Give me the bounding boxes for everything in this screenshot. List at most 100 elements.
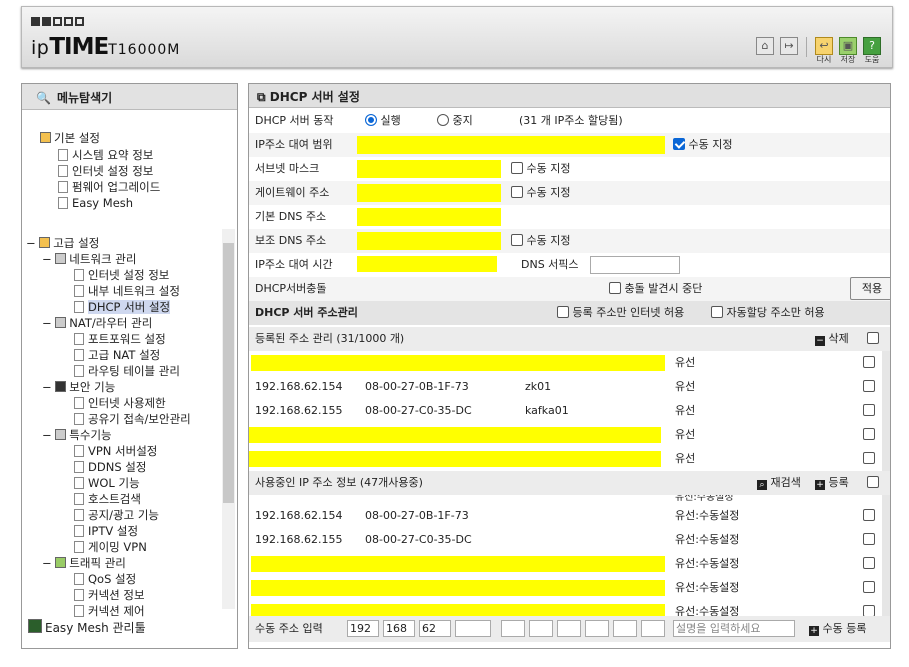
mac-4[interactable] [585,620,609,637]
use-checkbox[interactable] [863,552,875,576]
tree-sp-vpn[interactable]: VPN 서버설정 [74,443,157,459]
reg-checkbox[interactable] [863,375,875,399]
stop-radio[interactable]: 중지 [437,109,473,133]
dhcp-panel: ⧉ DHCP 서버 설정 DHCP 서버 동작 실행 중지 (31 개 IP주소… [248,83,891,649]
tree-sp-wol[interactable]: WOL 기능 [74,475,140,491]
tree-net-lan[interactable]: 내부 네트워크 설정 [74,283,180,299]
dns-suffix-input[interactable] [590,256,680,274]
reg-checkbox[interactable] [863,399,875,423]
menu-explorer: 🔍 메뉴탐색기 기본 설정 시스템 요약 정보 인터넷 설정 정보 펌웨어 업그레… [21,83,238,649]
inuse-scrollbar[interactable] [882,495,890,616]
run-radio[interactable]: 실행 [365,109,401,133]
subnet-manual[interactable]: 수동 지정 [511,157,570,181]
description-input[interactable]: 설명을 입력하세요 [673,620,795,637]
tree-basic[interactable]: 기본 설정 [40,130,100,146]
reg-type: 유선 [675,452,696,465]
gateway-input[interactable] [357,184,501,202]
reg-checkbox[interactable] [863,447,875,471]
tree-easymesh[interactable]: Easy Mesh [58,195,133,211]
tree-nat-portfwd[interactable]: 포트포워드 설정 [74,331,166,347]
auto-only-checkbox[interactable]: 자동할당 주소만 허용 [711,301,825,325]
registered-row: 192.168.62.154 08-00-27-0B-1F-73 zk01 유선 [249,375,890,399]
use-checkbox[interactable] [863,576,875,600]
gateway-manual[interactable]: 수동 지정 [511,181,570,205]
delete-button[interactable]: − 삭제 [815,327,849,351]
tree-net-dhcp[interactable]: DHCP 서버 설정 [74,299,171,315]
dns2-input[interactable] [357,232,501,250]
tree-net-internet[interactable]: 인터넷 설정 정보 [74,267,169,283]
sidebar-scrollbar[interactable] [222,229,235,609]
tree-system-summary[interactable]: 시스템 요약 정보 [58,147,153,163]
apply-button[interactable]: 적용 [850,277,890,300]
tree-nat-routing[interactable]: 라우팅 테이블 관리 [74,363,180,379]
easymesh-tool-link[interactable]: Easy Mesh 관리툴 [28,619,146,636]
tree-network[interactable]: − 네트워크 관리 [42,251,136,267]
tree-sec-access[interactable]: 공유기 접속/보안관리 [74,411,191,427]
register-button[interactable]: + 등록 [815,471,849,495]
tree-firmware[interactable]: 펌웨어 업그레이드 [58,179,160,195]
tree-sp-gaming[interactable]: 게이밍 VPN [74,539,147,555]
use-checkbox[interactable] [863,504,875,528]
ip-range-input[interactable] [357,136,665,154]
home-icon[interactable]: ⌂ [755,37,775,55]
tree-sp-host[interactable]: 호스트검색 [74,491,141,507]
reg-checkbox[interactable] [863,351,875,375]
mac-1[interactable] [501,620,525,637]
select-all-inuse[interactable] [867,471,879,495]
tree-sp-iptv[interactable]: IPTV 설정 [74,523,138,539]
inuse-row: 유선:수동설정 [249,552,890,576]
mac-6[interactable] [641,620,665,637]
registered-row: 192.168.62.155 08-00-27-C0-35-DC kafka01 유선 [249,399,890,423]
registered-row: 유선 [249,447,890,471]
dns1-input[interactable] [357,208,501,226]
use-checkbox[interactable] [863,528,875,552]
reg-type: 유선 [675,428,696,441]
help-button[interactable]: ? 도움 [862,37,882,65]
reg-only-checkbox[interactable]: 등록 주소만 인터넷 허용 [557,301,684,325]
tree-tr-conninfo[interactable]: 커넥션 정보 [74,587,145,603]
ip-octet-3[interactable]: 62 [419,620,451,637]
tree-sp-notice[interactable]: 공지/광고 기능 [74,507,159,523]
reload-button[interactable]: ↩ 다시 [814,37,834,65]
tree-tr-connctl[interactable]: 커넥션 제어 [74,603,145,619]
tree-nat[interactable]: − NAT/라우터 관리 [42,315,152,331]
reg-checkbox[interactable] [863,423,875,447]
tree-security[interactable]: − 보안 기능 [42,379,115,395]
header-bar: ipTIMET16000M ⌂ ↦ ↩ 다시 ▣ 저장 ? 도움 [21,6,893,68]
registered-row: 유선 [249,351,890,375]
save-button[interactable]: ▣ 저장 [838,37,858,65]
tree-sec-limit[interactable]: 인터넷 사용제한 [74,395,166,411]
masked-entry [249,451,661,467]
registered-scrollbar[interactable] [882,351,890,471]
masked-entry [251,556,665,572]
mac-3[interactable] [557,620,581,637]
use-mac: 08-00-27-C0-35-DC [365,533,472,546]
ip-range-manual[interactable]: 수동 지정 [673,133,732,157]
rescan-button[interactable]: ⌕ 재검색 [757,471,801,495]
logout-icon[interactable]: ↦ [779,37,799,55]
mac-5[interactable] [613,620,637,637]
tree-nat-advanced[interactable]: 고급 NAT 설정 [74,347,160,363]
subnet-input[interactable] [357,160,501,178]
tree-internet-info[interactable]: 인터넷 설정 정보 [58,163,153,179]
conflict-stop-checkbox[interactable]: 충돌 발견시 중단 [609,277,702,301]
dns-suffix-label: DNS 서픽스 [521,258,579,271]
monitor-icon [58,165,68,177]
tree-traffic[interactable]: − 트래픽 관리 [42,555,126,571]
select-all-registered[interactable] [867,327,879,351]
mac-2[interactable] [529,620,553,637]
wifi-icon [58,197,68,209]
tree-special[interactable]: − 특수기능 [42,427,112,443]
ip-octet-4[interactable] [455,620,491,637]
ip-octet-2[interactable]: 168 [383,620,415,637]
manual-register-button[interactable]: + 수동 등록 [809,616,866,642]
addr-mgmt-bar: DHCP 서버 주소관리 등록 주소만 인터넷 허용 자동할당 주소만 허용 [249,301,890,325]
tree-advanced[interactable]: − 고급 설정 [26,235,99,251]
tree-sp-ddns[interactable]: DDNS 설정 [74,459,146,475]
brand-dots [31,17,84,26]
ip-octet-1[interactable]: 192 [347,620,379,637]
tree-tr-qos[interactable]: QoS 설정 [74,571,136,587]
dns2-manual[interactable]: 수동 지정 [511,229,570,253]
lease-input[interactable] [357,256,497,272]
mail-icon [55,557,67,568]
